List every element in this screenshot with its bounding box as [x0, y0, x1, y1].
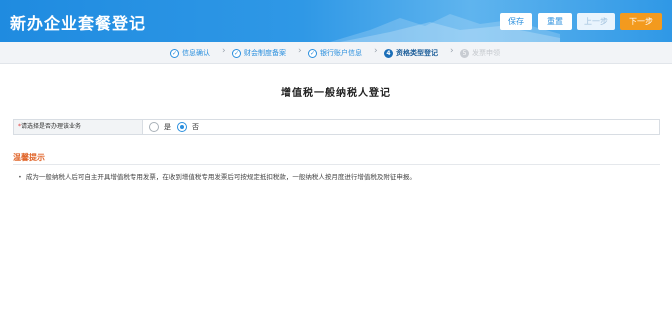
- option-yes[interactable]: 是: [149, 122, 171, 132]
- page-title: 新办企业套餐登记: [10, 14, 147, 33]
- app-header: 新办企业套餐登记 保存 重置 上一步 下一步: [0, 0, 672, 42]
- step-label: 资格类型登记: [396, 49, 438, 57]
- chevron-right-icon: ›: [298, 46, 302, 56]
- chevron-right-icon: ›: [374, 46, 378, 56]
- save-button[interactable]: 保存: [500, 13, 532, 30]
- step-label: 发票申领: [472, 49, 500, 57]
- step-progress-bar: ✓ 信息确认 › ✓ 财会制度备案 › ✓ 银行账户信息 › 4 资格类型登记 …: [0, 42, 672, 64]
- radio-yes[interactable]: [149, 122, 159, 132]
- tips-content: 成为一般纳税人后可自主开具增值税专用发票，在收到增值税专用发票后可按规定抵扣税款…: [25, 173, 416, 181]
- check-circle-icon: ✓: [308, 48, 317, 58]
- radio-group: 是 否: [143, 120, 205, 134]
- step-accounting-filing[interactable]: ✓ 财会制度备案: [232, 47, 286, 59]
- bullet-icon: •: [18, 173, 22, 181]
- divider: [13, 164, 660, 165]
- radio-no[interactable]: [177, 122, 187, 132]
- tips-text: • 成为一般纳税人后可自主开具增值税专用发票，在收到增值税专用发票后可按规定抵扣税…: [18, 171, 416, 181]
- step-invoice-application: 5 发票申领: [460, 47, 500, 59]
- chevron-right-icon: ›: [450, 46, 454, 56]
- step-number-icon: 5: [460, 48, 469, 58]
- form-title: 增值税一般纳税人登记: [281, 88, 391, 99]
- step-label: 信息确认: [182, 49, 210, 57]
- step-bank-account[interactable]: ✓ 银行账户信息: [308, 47, 362, 59]
- business-choice-row: *请选择是否办理该业务 是 否: [13, 119, 660, 135]
- option-no-label: 否: [192, 123, 199, 131]
- option-no[interactable]: 否: [177, 122, 199, 132]
- check-circle-icon: ✓: [232, 48, 241, 58]
- option-yes-label: 是: [164, 123, 171, 131]
- field-label-text: 请选择是否办理该业务: [21, 123, 82, 130]
- next-step-button[interactable]: 下一步: [620, 13, 662, 30]
- check-circle-icon: ✓: [170, 48, 179, 58]
- step-qualification-registration[interactable]: 4 资格类型登记: [384, 47, 438, 59]
- reset-button[interactable]: 重置: [538, 13, 572, 30]
- step-info-confirm[interactable]: ✓ 信息确认: [170, 47, 210, 59]
- previous-step-button[interactable]: 上一步: [577, 13, 615, 30]
- step-label: 银行账户信息: [320, 49, 362, 57]
- step-number-icon: 4: [384, 48, 393, 58]
- field-label: *请选择是否办理该业务: [14, 120, 143, 134]
- tips-title: 温馨提示: [13, 153, 45, 162]
- chevron-right-icon: ›: [222, 46, 226, 56]
- step-label: 财会制度备案: [244, 49, 286, 57]
